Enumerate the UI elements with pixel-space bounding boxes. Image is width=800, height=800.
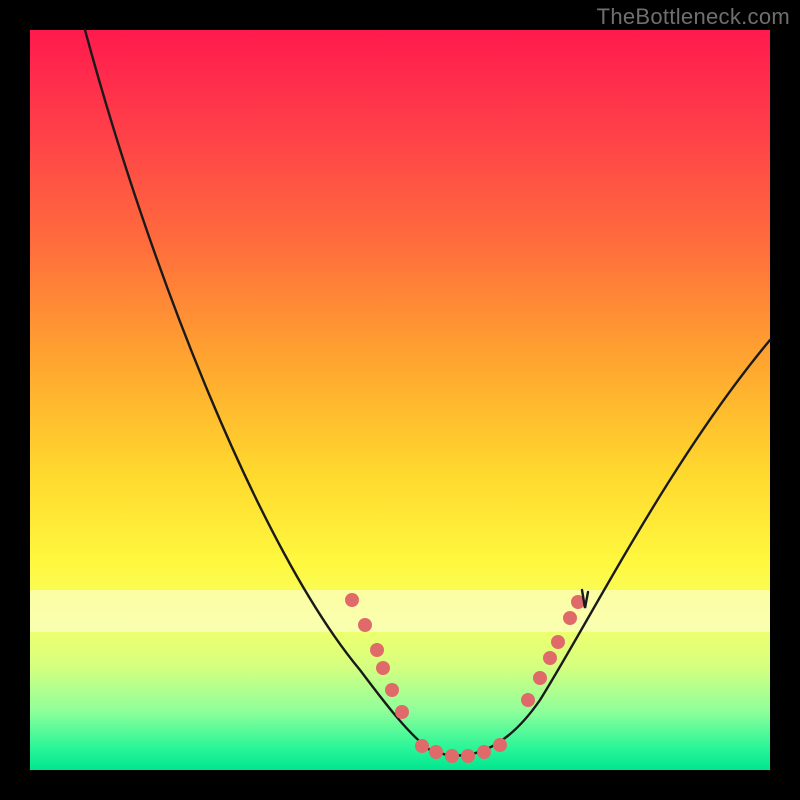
data-dot	[376, 661, 390, 675]
data-dot	[477, 745, 491, 759]
curve-path	[85, 30, 770, 755]
data-dot	[395, 705, 409, 719]
plot-area	[30, 30, 770, 770]
data-dot	[551, 635, 565, 649]
chart-frame: TheBottleneck.com	[0, 0, 800, 800]
data-dot	[493, 738, 507, 752]
watermark-text: TheBottleneck.com	[597, 4, 790, 30]
data-dot	[370, 643, 384, 657]
data-dot	[521, 693, 535, 707]
data-dot	[533, 671, 547, 685]
data-dot	[385, 683, 399, 697]
data-dot	[429, 745, 443, 759]
data-dot	[445, 749, 459, 763]
data-dot	[358, 618, 372, 632]
data-dot	[415, 739, 429, 753]
data-dot	[543, 651, 557, 665]
data-dot	[345, 593, 359, 607]
bottleneck-curve	[30, 30, 770, 770]
data-dot	[563, 611, 577, 625]
data-dot	[461, 749, 475, 763]
